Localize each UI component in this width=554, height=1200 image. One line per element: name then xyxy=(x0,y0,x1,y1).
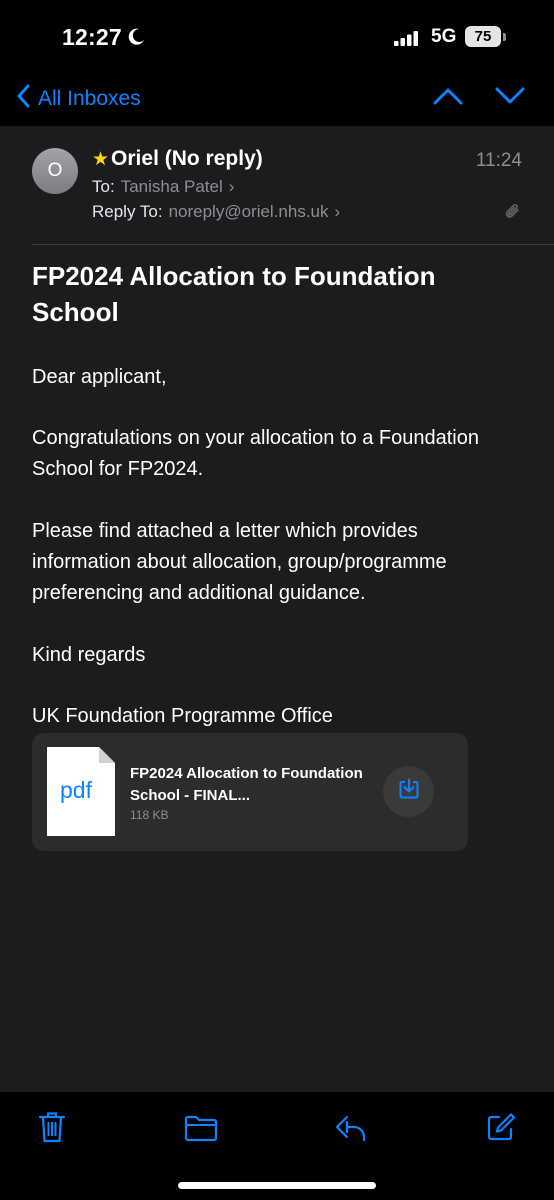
trash-icon[interactable] xyxy=(38,1110,66,1149)
email-subject: FP2024 Allocation to Foundation School xyxy=(32,261,436,327)
battery-level: 75 xyxy=(465,26,501,47)
recipient-row[interactable]: To: Tanisha Patel › xyxy=(92,177,234,197)
sender-name: Oriel (No reply) xyxy=(111,147,263,170)
sender-avatar[interactable]: O xyxy=(32,148,78,194)
top-bar: 12:27 5G 75 All Inboxes xyxy=(0,0,554,126)
sender-row[interactable]: ★ Oriel (No reply) xyxy=(92,147,263,171)
body-greeting: Dear applicant, xyxy=(32,366,167,388)
cellular-signal-icon xyxy=(394,31,420,51)
download-button[interactable] xyxy=(383,766,434,817)
status-time: 12:27 xyxy=(62,24,122,50)
pdf-file-icon: pdf xyxy=(47,747,115,836)
compose-icon[interactable] xyxy=(486,1112,516,1147)
reply-to-address: noreply@oriel.nhs.uk xyxy=(168,202,329,221)
attachment-card[interactable]: pdf FP2024 Allocation to Foundation Scho… xyxy=(32,733,468,851)
folder-icon[interactable] xyxy=(184,1114,218,1147)
network-type: 5G xyxy=(431,26,457,47)
reply-to-row[interactable]: Reply To: noreply@oriel.nhs.uk › xyxy=(92,202,340,222)
reply-to-label: Reply To: xyxy=(92,202,163,221)
back-button[interactable]: All Inboxes xyxy=(16,84,141,113)
reply-icon[interactable] xyxy=(334,1114,368,1147)
attachment-name: FP2024 Allocation to Foundation School -… xyxy=(130,765,363,804)
previous-message-icon[interactable] xyxy=(433,86,463,111)
body-closing: Kind regards xyxy=(32,644,146,666)
attachment-size: 118 KB xyxy=(130,808,169,822)
body-paragraph-2: Please find attached a letter which prov… xyxy=(32,520,447,604)
body-signature: UK Foundation Programme Office xyxy=(32,705,333,727)
chevron-right-icon: › xyxy=(228,177,235,196)
next-message-icon[interactable] xyxy=(495,86,525,111)
recipient-name: Tanisha Patel xyxy=(120,177,223,196)
paperclip-icon xyxy=(504,203,522,226)
body-paragraph-1: Congratulations on your allocation to a … xyxy=(32,427,479,480)
pdf-label: pdf xyxy=(60,777,92,803)
battery-cap xyxy=(503,33,506,41)
back-chevron-icon xyxy=(16,84,30,113)
chevron-right-icon: › xyxy=(334,202,341,221)
home-indicator[interactable] xyxy=(178,1182,376,1189)
back-label: All Inboxes xyxy=(38,86,141,110)
star-icon: ★ xyxy=(92,148,110,170)
to-label: To: xyxy=(92,177,115,196)
received-time: 11:24 xyxy=(475,150,522,171)
moon-icon xyxy=(126,27,146,52)
header-divider xyxy=(32,244,554,245)
download-icon xyxy=(398,778,420,805)
